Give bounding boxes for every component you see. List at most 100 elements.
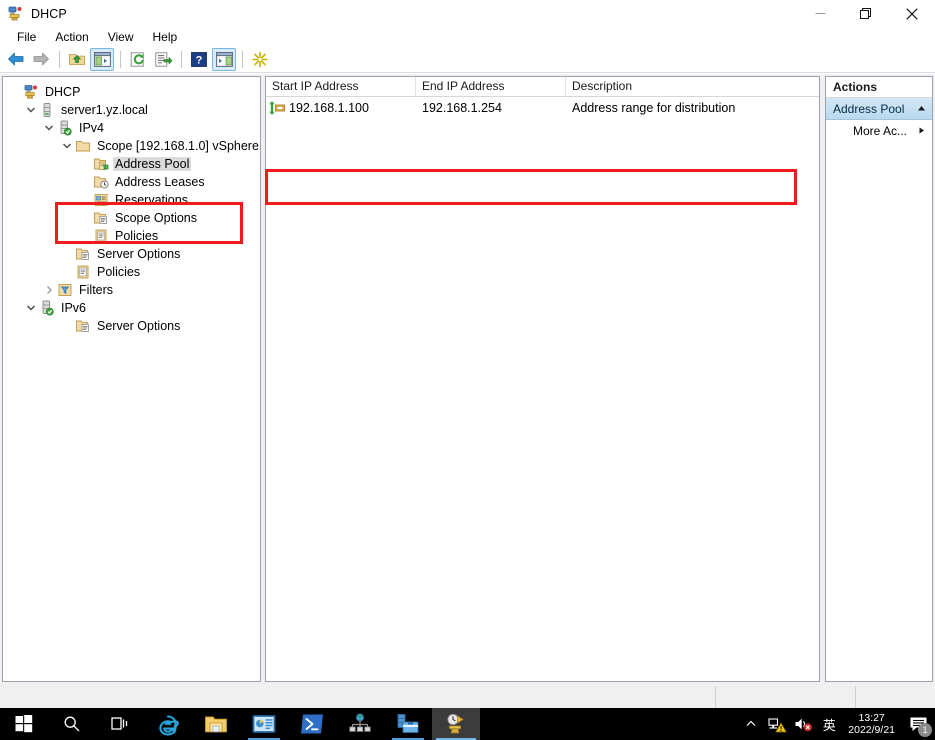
tree-item-server-policies[interactable]: Policies — [3, 263, 260, 281]
status-bar — [0, 686, 935, 708]
tree-item-ipv4[interactable]: IPv4 — [3, 119, 260, 137]
column-header-start-ip[interactable]: Start IP Address — [266, 77, 416, 96]
actions-item-more-actions[interactable]: More Ac... — [826, 120, 932, 142]
refresh-button[interactable] — [126, 48, 150, 71]
window-title: DHCP — [31, 6, 67, 21]
taskbar: 英 13:27 2022/9/21 1 — [0, 708, 935, 740]
tree-item-server-options[interactable]: Server Options — [3, 245, 260, 263]
table-row[interactable]: 192.168.1.100 192.168.1.254 Address rang… — [266, 97, 819, 119]
console-tree-pane: DHCP server1.yz.local IPv4 Scope [192.16… — [2, 76, 261, 682]
close-button[interactable] — [889, 0, 935, 27]
tree-item-label: Policies — [97, 265, 141, 279]
menu-help[interactable]: Help — [144, 29, 187, 45]
show-hide-console-tree-button[interactable] — [90, 47, 114, 71]
tree-expander — [59, 246, 75, 262]
file-explorer-button[interactable] — [192, 708, 240, 740]
cell-start-ip-text: 192.168.1.100 — [289, 101, 369, 115]
chevron-up-icon[interactable] — [917, 102, 926, 116]
search-icon — [64, 716, 80, 732]
console-tree-icon — [93, 51, 111, 67]
dhcp-root-icon — [23, 84, 39, 100]
tree-item-ipv6[interactable]: IPv6 — [3, 299, 260, 317]
actions-group-label: Address Pool — [833, 101, 905, 116]
tree-item-label: Filters — [79, 283, 114, 297]
tree-item-label: Address Leases — [115, 175, 205, 189]
toolbar-separator — [181, 50, 182, 68]
export-list-icon — [154, 51, 172, 67]
tree-item-filters[interactable]: Filters — [3, 281, 260, 299]
tree-item-address-leases[interactable]: Address Leases — [3, 173, 260, 191]
ime-indicator[interactable]: 英 — [816, 708, 842, 740]
cell-start-ip: 192.168.1.100 — [266, 97, 416, 119]
server-manager-button[interactable] — [240, 708, 288, 740]
up-one-level-button[interactable] — [65, 48, 89, 71]
tree-expander-expanded[interactable] — [41, 120, 57, 136]
tree-item-label: Scope [192.168.1.0] vSphere — [97, 139, 259, 153]
tree-expander — [77, 210, 93, 226]
show-hidden-icons-button[interactable] — [738, 708, 764, 740]
chevron-right-icon[interactable] — [917, 124, 926, 138]
status-text — [0, 686, 715, 708]
tree-expander — [59, 318, 75, 334]
internet-explorer-button[interactable] — [144, 708, 192, 740]
restore-button[interactable] — [843, 0, 889, 27]
hyperv-manager-icon — [397, 714, 419, 733]
dhcp-icon — [7, 5, 24, 22]
forward-button[interactable] — [29, 48, 53, 71]
column-header-description[interactable]: Description — [566, 77, 819, 96]
tree-item-label: Reservations — [115, 193, 188, 207]
menu-view[interactable]: View — [99, 29, 143, 45]
window-controls — [797, 0, 935, 27]
volume-muted-icon[interactable] — [790, 708, 816, 740]
network-warning-icon[interactable] — [764, 708, 790, 740]
back-button[interactable] — [4, 48, 28, 71]
tree-item-ipv6-server-options[interactable]: Server Options — [3, 317, 260, 335]
tree-expander-collapsed[interactable] — [41, 282, 57, 298]
show-hide-action-pane-button[interactable] — [212, 47, 236, 71]
tree-expander-expanded[interactable] — [59, 138, 75, 154]
task-view-button[interactable] — [96, 708, 144, 740]
powershell-icon — [301, 714, 323, 734]
dhcp-console-button[interactable] — [432, 708, 480, 740]
filters-icon — [57, 282, 73, 298]
toolbar: ? — [0, 46, 935, 73]
ime-label: 英 — [822, 717, 836, 733]
actions-group-address-pool[interactable]: Address Pool — [826, 98, 932, 120]
tree-item-scope-options[interactable]: Scope Options — [3, 209, 260, 227]
tree-item-address-pool[interactable]: Address Pool — [3, 155, 260, 173]
list-header: Start IP Address End IP Address Descript… — [266, 77, 819, 97]
hyperv-manager-button[interactable] — [384, 708, 432, 740]
help-button[interactable]: ? — [187, 48, 211, 71]
address-leases-icon — [93, 174, 109, 190]
minimize-button[interactable] — [797, 0, 843, 27]
powershell-button[interactable] — [288, 708, 336, 740]
up-folder-icon — [69, 54, 85, 65]
tree-item-server[interactable]: server1.yz.local — [3, 101, 260, 119]
menu-file[interactable]: File — [8, 29, 45, 45]
server-options-icon — [75, 318, 91, 334]
tree-item-dhcp[interactable]: DHCP — [3, 83, 260, 101]
tree-expander — [7, 84, 23, 100]
tree-item-scope-policies[interactable]: Policies — [3, 227, 260, 245]
dhcp-icon — [447, 713, 464, 734]
tree-expander — [77, 156, 93, 172]
start-button[interactable] — [0, 708, 48, 740]
export-list-button[interactable] — [151, 48, 175, 71]
refresh-all-button[interactable] — [248, 48, 272, 71]
forward-arrow-icon — [33, 52, 49, 66]
tree-expander-expanded[interactable] — [23, 102, 39, 118]
cell-end-ip: 192.168.1.254 — [422, 101, 502, 115]
column-header-end-ip[interactable]: End IP Address — [416, 77, 566, 96]
chevron-up-icon — [746, 720, 756, 726]
clock[interactable]: 13:27 2022/9/21 — [842, 708, 901, 740]
tree-item-label: IPv4 — [79, 121, 105, 135]
network-console-button[interactable] — [336, 708, 384, 740]
task-view-icon — [111, 717, 128, 730]
tree-item-label: Server Options — [97, 247, 181, 261]
notification-center-button[interactable]: 1 — [901, 708, 935, 740]
tree-expander-expanded[interactable] — [23, 300, 39, 316]
tree-item-reservations[interactable]: Reservations — [3, 191, 260, 209]
search-button[interactable] — [48, 708, 96, 740]
tree-item-scope[interactable]: Scope [192.168.1.0] vSphere — [3, 137, 260, 155]
menu-action[interactable]: Action — [46, 29, 97, 45]
